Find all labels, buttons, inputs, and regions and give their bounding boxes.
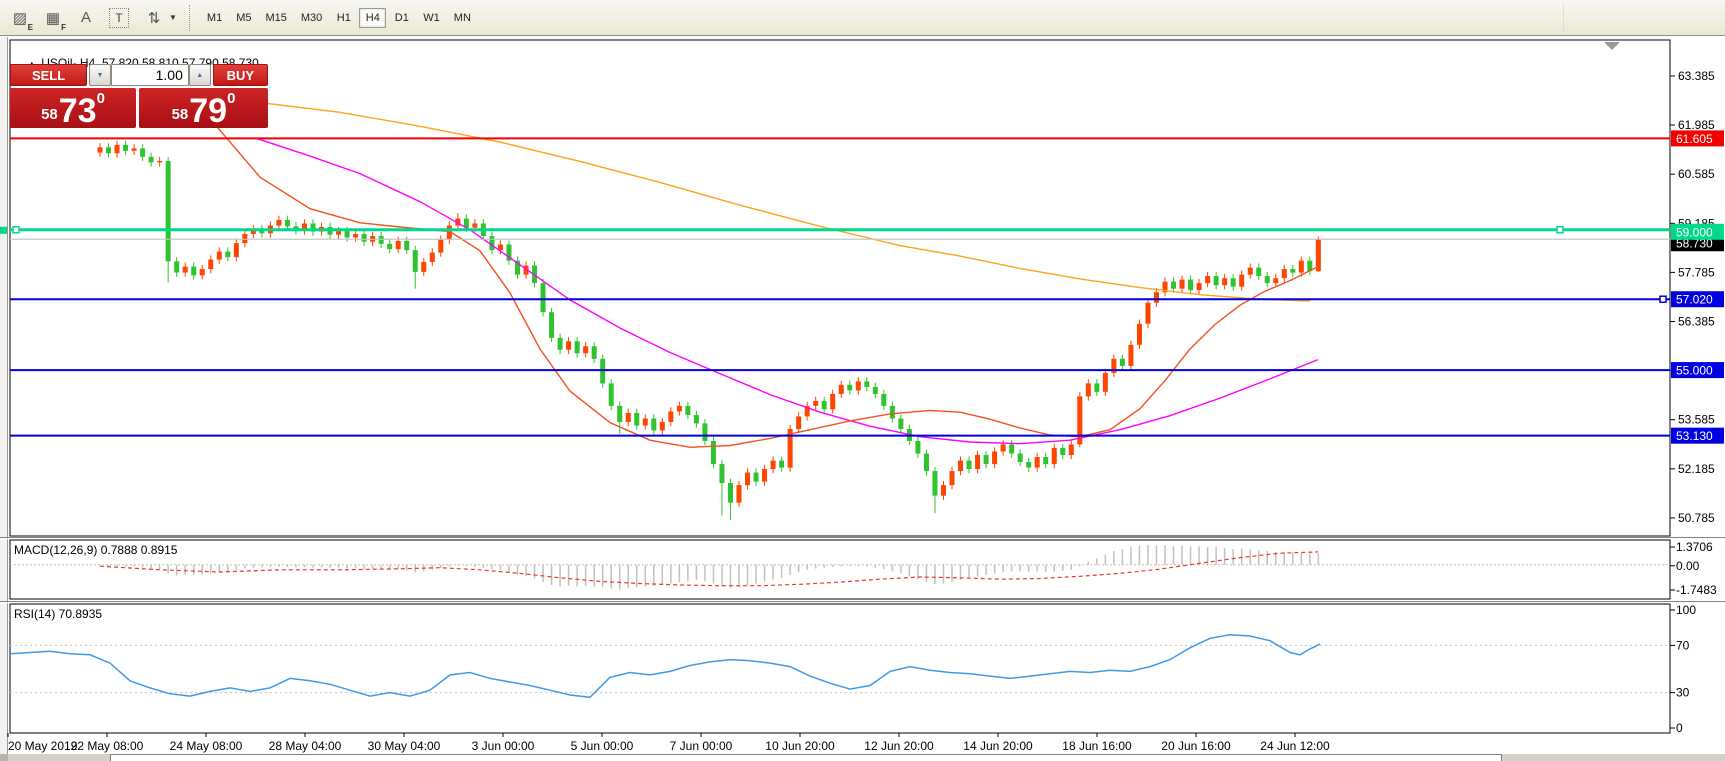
time-axis-label: 24 Jun 12:00 [1260, 739, 1330, 753]
hline-handle[interactable] [1660, 296, 1666, 302]
rsi-axis-label: 70 [1676, 638, 1690, 652]
price-axis-label: 63.385 [1678, 69, 1715, 83]
chart-shift-marker-icon[interactable] [1604, 42, 1620, 50]
buy-price-big: 79 [189, 97, 227, 126]
macd-axis-label: 1.3706 [1676, 540, 1713, 554]
volume-increase-button[interactable]: ▲ [189, 64, 211, 86]
time-axis-label: 20 May 2019 [8, 739, 78, 753]
price-axis-label: 61.985 [1678, 118, 1715, 132]
time-axis-label: 3 Jun 00:00 [472, 739, 535, 753]
time-axis-label: 28 May 04:00 [269, 739, 342, 753]
volume-decrease-button[interactable]: ▼ [89, 64, 111, 86]
rsi-label: RSI(14) 70.8935 [14, 607, 102, 621]
time-axis-label: 10 Jun 20:00 [765, 739, 835, 753]
time-axis[interactable]: 20 May 201922 May 08:00 24 May 08:00 28 Ma… [8, 733, 1330, 753]
price-axis[interactable]: 63.38561.98560.58559.18557.78556.38554.9… [1670, 69, 1724, 525]
rsi-line [10, 635, 1320, 698]
price-axis-label: 53.585 [1678, 413, 1715, 427]
sell-price-big: 73 [59, 97, 97, 126]
price-tag-label: 59.000 [1676, 225, 1713, 239]
macd-values: 0.7888 0.8915 [101, 543, 178, 557]
rsi-axis-label: 30 [1676, 686, 1690, 700]
price-axis-label: 60.585 [1678, 167, 1715, 181]
fast-ma-red [215, 125, 1318, 448]
price-axis-label: 50.785 [1678, 511, 1715, 525]
metatrader-window: ▨E ▦F A T ⇅ ▼ M1M5M15M30H1H4D1W1MN 63.38… [0, 0, 1725, 761]
time-axis-label: 24 May 08:00 [170, 739, 243, 753]
price-tag-label: 55.000 [1676, 364, 1713, 378]
time-axis-label: 7 Jun 00:00 [670, 739, 733, 753]
trade-panel-prices: 58 73 0 58 79 0 [10, 88, 268, 128]
sell-button[interactable]: SELL [10, 64, 87, 86]
rsi-axis-label: 100 [1676, 603, 1696, 617]
price-tag-label: 57.020 [1676, 293, 1713, 307]
sell-price-prefix: 58 [41, 107, 58, 122]
hline-handle[interactable] [13, 227, 19, 233]
buy-price-tile[interactable]: 58 79 0 [139, 88, 268, 128]
time-axis-label: 14 Jun 20:00 [963, 739, 1033, 753]
time-axis-label: 18 Jun 16:00 [1062, 739, 1132, 753]
buy-price-sup: 0 [227, 91, 235, 106]
pane-border [10, 604, 1670, 733]
price-tag-label: 53.130 [1676, 429, 1713, 443]
macd-pane[interactable]: 1.3706 0.00 -1.7483 [10, 540, 1717, 597]
sell-price-tile[interactable]: 58 73 0 [10, 88, 136, 128]
macd-signal-line [100, 552, 1318, 586]
volume-input[interactable] [111, 64, 189, 86]
time-axis-label: 30 May 04:00 [368, 739, 441, 753]
medium-ma-magenta [257, 139, 1318, 444]
macd-label: MACD(12,26,9) 0.7888 0.8915 [14, 543, 177, 557]
price-axis-label: 57.785 [1678, 265, 1715, 279]
time-axis-label: 20 Jun 16:00 [1161, 739, 1231, 753]
time-axis-label: 12 Jun 20:00 [864, 739, 934, 753]
macd-axis-label: 0.00 [1676, 559, 1700, 573]
rsi-axis-label: 0 [1676, 721, 1683, 735]
candlestick-series [98, 141, 1321, 521]
buy-button[interactable]: BUY [213, 64, 268, 86]
buy-price-prefix: 58 [172, 107, 189, 122]
hline-edge-handle[interactable] [0, 227, 7, 234]
hline-handle[interactable] [1557, 227, 1563, 233]
bottom-corner [0, 754, 8, 761]
pane-border [10, 540, 1670, 599]
price-tag-label: 61.605 [1676, 132, 1713, 146]
trade-panel-controls: SELL ▼ ▲ BUY [10, 64, 268, 86]
time-axis-label: 5 Jun 00:00 [571, 739, 634, 753]
macd-name: MACD(12,26,9) [14, 543, 97, 557]
price-axis-label: 52.185 [1678, 462, 1715, 476]
sell-price-sup: 0 [97, 91, 105, 106]
bottom-window-strip [0, 754, 1725, 761]
macd-axis-label: -1.7483 [1676, 583, 1717, 597]
one-click-trade-panel: SELL ▼ ▲ BUY 58 73 0 58 79 0 [10, 64, 268, 128]
price-axis-label: 56.385 [1678, 314, 1715, 328]
next-window-edge [110, 754, 1502, 761]
time-axis-label: 22 May 08:00 [71, 739, 144, 753]
rsi-pane[interactable]: 100 70 30 0 [10, 603, 1696, 735]
